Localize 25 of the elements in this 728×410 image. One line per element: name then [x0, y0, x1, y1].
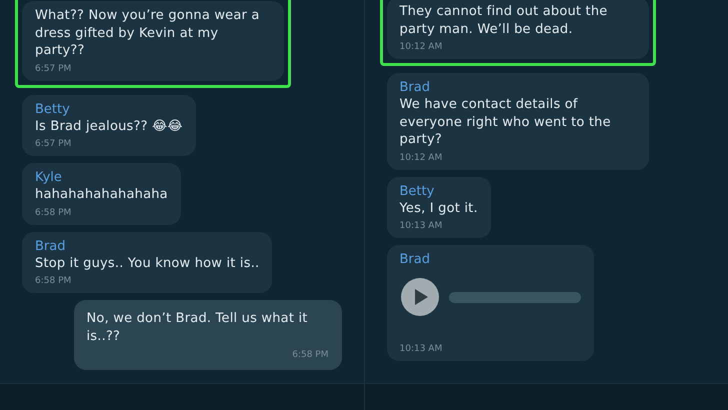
sender-name: Kyle — [35, 169, 62, 186]
sender-name: Betty — [400, 182, 434, 200]
play-button[interactable] — [400, 278, 438, 316]
message-time: 6:57 PM — [35, 62, 72, 76]
message-time: 10:13 AM — [400, 220, 442, 233]
message-time: 6:58 PM — [35, 206, 72, 220]
message-time: 10:13 AM — [400, 343, 442, 356]
message-time: 10:12 AM — [400, 41, 442, 54]
message-time: 6:58 PM — [292, 349, 328, 362]
message-text: Yes, I got it. — [400, 200, 478, 217]
message-time: 6:58 PM — [35, 275, 72, 288]
sender-name: Brad — [400, 79, 430, 96]
message-text: What?? Now you’re gonna wear a dress gifted by Kevin at my party?? — [35, 7, 260, 60]
message-text: Stop it guys.. You know how it is.. — [35, 254, 260, 272]
message-text: Is Brad jealous?? 😂😂 — [35, 118, 183, 135]
message-text: hahahahahahahaha — [35, 186, 168, 204]
message-text: They cannot find out about the party man. We’ll be dead. — [400, 3, 608, 38]
message-text: We have contact details of everyone right who went to the party? — [400, 96, 612, 148]
message-time: 10:12 AM — [400, 152, 442, 164]
message-time: 6:57 PM — [35, 138, 72, 151]
sender-name: Betty — [35, 100, 70, 118]
sender-name: Brad — [400, 251, 430, 268]
sender-name: Brad — [35, 238, 66, 254]
audio-track[interactable] — [448, 292, 580, 302]
message-text: No, we don’t Brad. Tell us what it is..?? — [86, 310, 309, 345]
